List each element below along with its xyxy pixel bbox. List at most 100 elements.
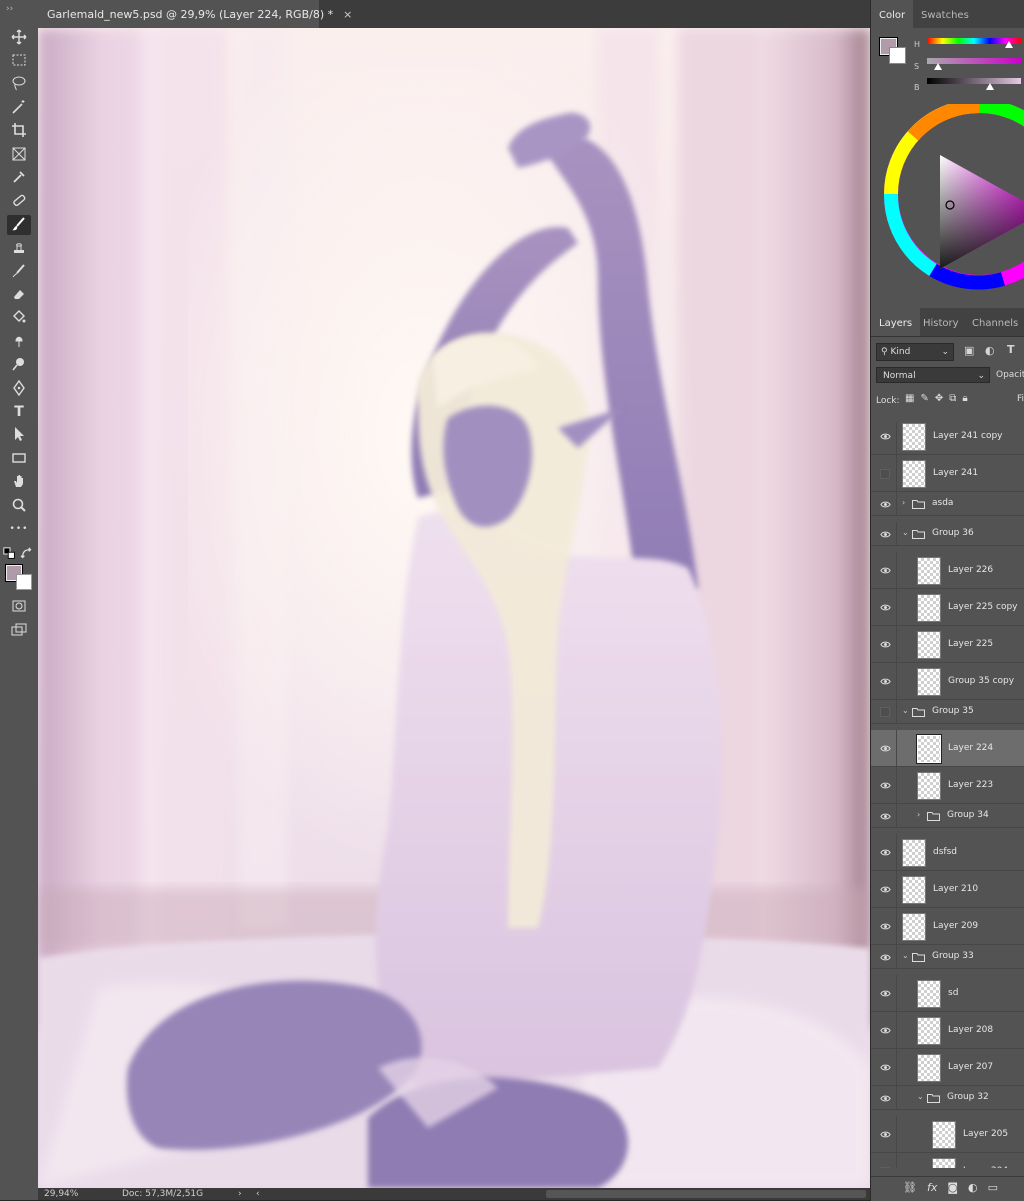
- marquee-tool[interactable]: [7, 51, 31, 71]
- status-menu-arrow[interactable]: ›: [238, 1188, 242, 1200]
- lock-all-icon[interactable]: 🔒︎: [962, 393, 967, 404]
- layer-name[interactable]: Group 33: [932, 951, 974, 961]
- layer-name[interactable]: Group 35: [932, 706, 974, 716]
- layer-row[interactable]: Layer 241 copy: [871, 422, 1024, 455]
- layer-name[interactable]: Layer 225 copy: [948, 602, 1018, 612]
- layer-row[interactable]: Layer 208: [871, 1012, 1024, 1049]
- brightness-slider[interactable]: [927, 78, 1021, 90]
- zoom-level[interactable]: 29,94%: [44, 1188, 78, 1200]
- chevron-right-icon[interactable]: ›: [917, 810, 920, 819]
- layer-name[interactable]: Layer 208: [948, 1025, 993, 1035]
- visibility-eye-icon[interactable]: [879, 780, 891, 792]
- color-wheel[interactable]: [883, 104, 1024, 300]
- new-group-icon[interactable]: ▭: [988, 1181, 998, 1194]
- visibility-eye-icon[interactable]: [879, 884, 891, 896]
- visibility-eye-icon[interactable]: [879, 921, 891, 933]
- hand-tool[interactable]: [7, 473, 31, 493]
- layer-name[interactable]: Layer 224: [948, 743, 993, 753]
- lock-position-icon[interactable]: ✥: [935, 393, 943, 404]
- color-panel-background-swatch[interactable]: [889, 47, 906, 64]
- layer-row[interactable]: Layer 223: [871, 767, 1024, 804]
- visibility-eye-icon[interactable]: [879, 951, 891, 963]
- healing-brush-tool[interactable]: [7, 192, 31, 212]
- tab-layers[interactable]: Layers: [871, 308, 921, 336]
- mask-icon[interactable]: ◙: [947, 1181, 958, 1194]
- layer-name[interactable]: Group 36: [932, 528, 974, 538]
- scroll-left-arrow[interactable]: ‹: [256, 1188, 260, 1200]
- visibility-eye-icon[interactable]: [879, 498, 891, 510]
- history-brush-tool[interactable]: [7, 262, 31, 282]
- brush-tool[interactable]: [7, 215, 31, 236]
- layer-group-row[interactable]: › Group 34: [871, 804, 1024, 828]
- chevron-down-icon[interactable]: ⌄: [902, 951, 909, 960]
- layer-row[interactable]: Layer 226: [871, 552, 1024, 589]
- layer-name[interactable]: Layer 223: [948, 780, 993, 790]
- layer-name[interactable]: dsfsd: [933, 847, 957, 857]
- visibility-eye-icon[interactable]: [879, 528, 891, 540]
- eraser-tool[interactable]: [7, 285, 31, 305]
- image-filter-icon[interactable]: ▣: [964, 344, 974, 357]
- filter-kind-select[interactable]: ⚲ Kind ⌄: [876, 343, 954, 361]
- visibility-eye-icon[interactable]: [879, 468, 891, 480]
- layer-name[interactable]: Layer 207: [948, 1062, 993, 1072]
- layer-row[interactable]: Layer 209: [871, 908, 1024, 945]
- layer-name[interactable]: sd: [948, 988, 958, 998]
- default-colors-icon[interactable]: [3, 547, 17, 560]
- smudge-tool[interactable]: [7, 332, 31, 352]
- layer-name[interactable]: Layer 226: [948, 565, 993, 575]
- visibility-eye-icon[interactable]: [879, 1062, 891, 1074]
- layer-name[interactable]: asda: [932, 498, 953, 508]
- quick-mask-icon[interactable]: [7, 596, 31, 616]
- close-icon[interactable]: ×: [343, 8, 352, 21]
- paint-bucket-tool[interactable]: [7, 309, 31, 329]
- adjustment-filter-icon[interactable]: ◐: [985, 344, 995, 357]
- pen-tool[interactable]: [7, 379, 31, 399]
- layer-group-row[interactable]: ⌄ Group 36: [871, 522, 1024, 546]
- visibility-eye-icon[interactable]: [879, 847, 891, 859]
- type-tool[interactable]: T: [7, 402, 31, 422]
- dodge-tool[interactable]: [7, 356, 31, 376]
- zoom-tool[interactable]: [7, 496, 31, 516]
- layer-name[interactable]: Layer 209: [933, 921, 978, 931]
- hue-slider[interactable]: [927, 38, 1021, 48]
- visibility-eye-icon[interactable]: [879, 810, 891, 822]
- tab-color[interactable]: Color: [871, 0, 914, 28]
- chevron-down-icon[interactable]: ⌄: [917, 1092, 924, 1101]
- layer-name[interactable]: Group 32: [947, 1092, 989, 1102]
- frame-tool[interactable]: [7, 145, 31, 165]
- swap-colors-icon[interactable]: [20, 547, 34, 560]
- layer-name[interactable]: Layer 241: [933, 468, 978, 478]
- visibility-eye-icon[interactable]: [879, 1092, 891, 1104]
- type-filter-icon[interactable]: T: [1007, 343, 1015, 356]
- lasso-tool[interactable]: [7, 75, 31, 95]
- layer-group-row[interactable]: › asda: [871, 492, 1024, 516]
- layer-row[interactable]: Layer 241: [871, 455, 1024, 492]
- screen-mode-icon[interactable]: [7, 620, 31, 640]
- layer-name[interactable]: Group 35 copy: [948, 676, 1014, 686]
- path-selection-tool[interactable]: [7, 426, 31, 446]
- layer-group-row[interactable]: ⌄ Group 35: [871, 700, 1024, 724]
- magic-wand-tool[interactable]: [7, 98, 31, 118]
- visibility-eye-icon[interactable]: [879, 565, 891, 577]
- eyedropper-tool[interactable]: [7, 168, 31, 188]
- layer-name[interactable]: Layer 205: [963, 1129, 1008, 1139]
- layer-row[interactable]: Layer 225: [871, 626, 1024, 663]
- tab-history[interactable]: History: [915, 308, 967, 336]
- layer-row[interactable]: Layer 205: [871, 1116, 1024, 1153]
- document-tab[interactable]: Garlemald_new5.psd @ 29,9% (Layer 224, R…: [38, 0, 352, 28]
- fx-icon[interactable]: fx: [927, 1181, 937, 1194]
- crop-tool[interactable]: [7, 122, 31, 142]
- lock-artboard-icon[interactable]: ⧉: [949, 393, 956, 404]
- layer-group-row[interactable]: ⌄ Group 32: [871, 1086, 1024, 1110]
- panel-collapse-icon[interactable]: ››: [6, 4, 13, 14]
- layer-row[interactable]: Layer 210: [871, 871, 1024, 908]
- tab-swatches[interactable]: Swatches: [913, 0, 977, 28]
- layer-row[interactable]: dsfsd: [871, 834, 1024, 871]
- horizontal-scrollbar[interactable]: [546, 1190, 866, 1198]
- layer-row[interactable]: Group 35 copy: [871, 663, 1024, 700]
- layer-row[interactable]: sd: [871, 975, 1024, 1012]
- visibility-eye-icon[interactable]: [879, 1025, 891, 1037]
- layer-name[interactable]: Layer 225: [948, 639, 993, 649]
- chevron-down-icon[interactable]: ⌄: [902, 706, 909, 715]
- visibility-eye-icon[interactable]: [879, 1129, 891, 1141]
